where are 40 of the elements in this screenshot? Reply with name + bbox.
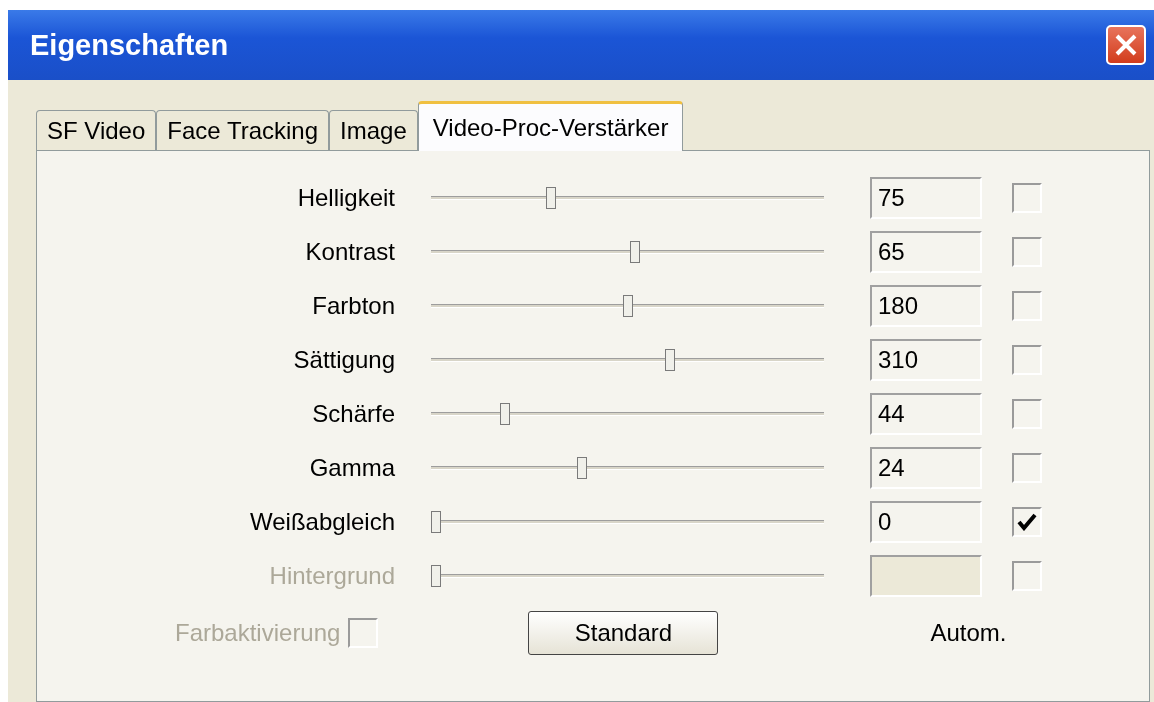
slider-label: Weißabgleich	[249, 508, 395, 536]
slider-label: Schärfe	[311, 400, 395, 428]
checkbox[interactable]	[1012, 183, 1042, 213]
default-button[interactable]: Standard	[528, 611, 719, 655]
slider-label: Gamma	[308, 454, 395, 482]
value-field[interactable]: 65	[870, 231, 982, 273]
value-field[interactable]: 75	[870, 177, 982, 219]
close-button[interactable]	[1106, 25, 1146, 65]
slider-thumb[interactable]	[576, 457, 587, 479]
slider-label: Helligkeit	[296, 184, 395, 212]
tab[interactable]: Video-Proc-Verstärker	[417, 101, 684, 151]
tab[interactable]: Face Tracking	[156, 110, 330, 150]
value-field[interactable]	[870, 555, 982, 597]
slider-label: Sättigung	[292, 346, 395, 374]
checkbox[interactable]	[1012, 399, 1042, 429]
slider-thumb[interactable]	[664, 349, 675, 371]
value-field[interactable]: 0	[870, 501, 982, 543]
column-label: Autom.	[930, 619, 1007, 647]
slider-thumb[interactable]	[431, 511, 441, 533]
slider-thumb[interactable]	[545, 187, 556, 209]
window-title: Eigenschaften	[30, 28, 229, 62]
slider-label: Hintergrund	[268, 562, 395, 590]
checkbox[interactable]	[1012, 453, 1042, 483]
slider-label: Kontrast	[304, 238, 395, 266]
checkbox[interactable]	[1012, 291, 1042, 321]
value-field[interactable]: 24	[870, 447, 982, 489]
value-field[interactable]: 310	[870, 339, 982, 381]
checkbox-label: Farbaktivierung	[175, 619, 341, 647]
close-icon[interactable]	[1114, 33, 1138, 57]
slider-label: Farbton	[311, 292, 395, 320]
tab[interactable]: Image	[329, 110, 418, 150]
value-field[interactable]: 180	[870, 285, 982, 327]
tab[interactable]: SF Video	[36, 110, 157, 150]
checkbox[interactable]	[1012, 237, 1042, 267]
checkbox[interactable]	[1012, 507, 1042, 537]
slider-thumb[interactable]	[630, 241, 641, 263]
value-field[interactable]: 44	[870, 393, 982, 435]
checkbox[interactable]	[1012, 345, 1042, 375]
slider-thumb[interactable]	[499, 403, 510, 425]
slider-thumb[interactable]	[622, 295, 633, 317]
